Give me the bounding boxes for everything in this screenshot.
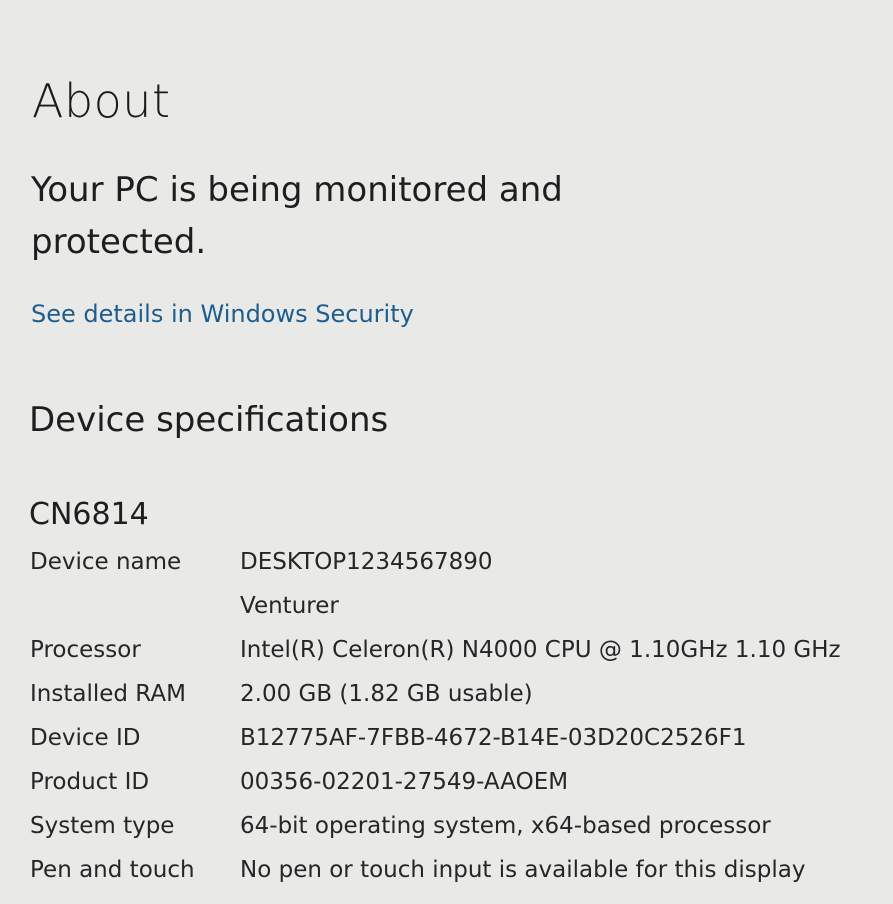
- security-status-text: Your PC is being monitored and protected…: [31, 170, 563, 262]
- spec-value: 2.00 GB (1.82 GB usable): [240, 681, 533, 707]
- spec-label: Installed RAM: [30, 681, 186, 707]
- device-name-value: DESKTOP1234567890: [240, 549, 493, 575]
- device-specifications-heading: Device specifications: [29, 400, 389, 440]
- spec-row-product-id: Product ID 00356-02201-27549-AAOEM: [30, 760, 870, 804]
- page-title: About: [32, 74, 171, 128]
- spec-row-pen-and-touch: Pen and touch No pen or touch input is a…: [30, 848, 870, 892]
- spec-label: System type: [30, 813, 175, 839]
- spec-label: Processor: [30, 637, 141, 663]
- spec-row-device-id: Device ID B12775AF-7FBB-4672-B14E-03D20C…: [30, 716, 870, 760]
- device-specifications-list: Device name DESKTOP1234567890 Venturer P…: [30, 540, 870, 892]
- spec-label: Device ID: [30, 725, 141, 751]
- spec-value: No pen or touch input is available for t…: [240, 857, 806, 883]
- spec-row-system-type: System type 64-bit operating system, x64…: [30, 804, 870, 848]
- spec-value: Intel(R) Celeron(R) N4000 CPU @ 1.10GHz …: [240, 637, 841, 663]
- spec-row-processor: Processor Intel(R) Celeron(R) N4000 CPU …: [30, 628, 870, 672]
- spec-value: DESKTOP1234567890 Venturer: [240, 540, 870, 628]
- spec-value: B12775AF-7FBB-4672-B14E-03D20C2526F1: [240, 725, 747, 751]
- spec-label: Pen and touch: [30, 857, 195, 883]
- device-model-name: CN6814: [29, 497, 149, 532]
- spec-label: Device name: [30, 549, 182, 575]
- spec-value: 64-bit operating system, x64-based proce…: [240, 813, 771, 839]
- spec-label: Product ID: [30, 769, 150, 795]
- spec-value: 00356-02201-27549-AAOEM: [240, 769, 569, 795]
- device-owner-value: Venturer: [240, 593, 339, 619]
- windows-security-link[interactable]: See details in Windows Security: [31, 300, 414, 328]
- spec-row-device-name: Device name DESKTOP1234567890 Venturer: [30, 540, 870, 628]
- spec-row-installed-ram: Installed RAM 2.00 GB (1.82 GB usable): [30, 672, 870, 716]
